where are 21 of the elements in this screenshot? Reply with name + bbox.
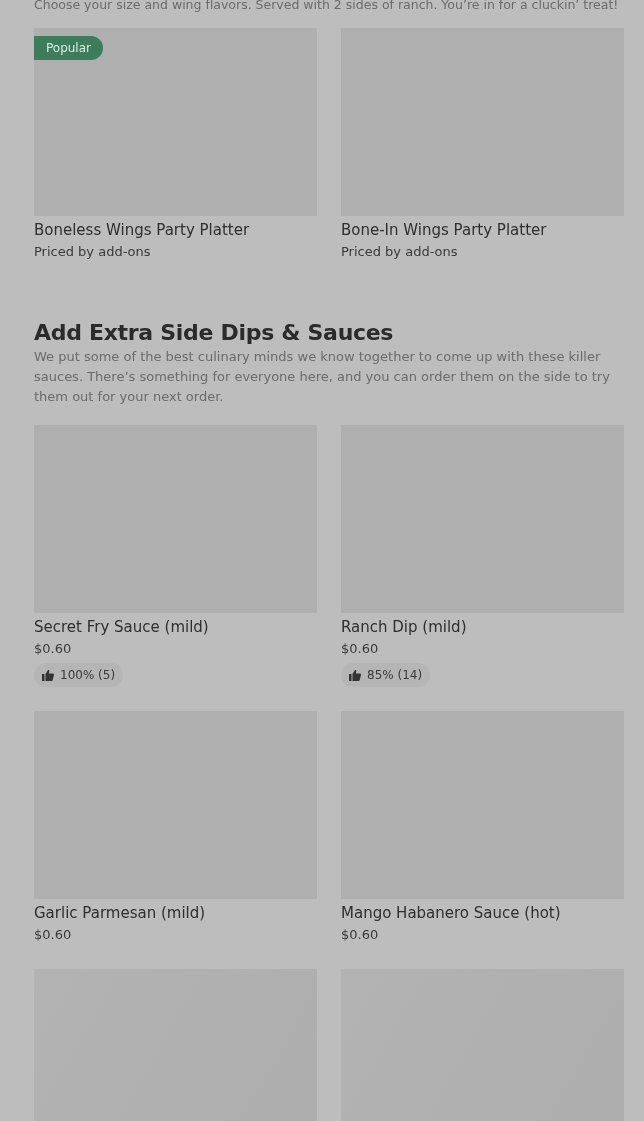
rating-pill: 85% (14): [341, 663, 431, 687]
item-name[interactable]: Secret Fry Sauce (mild): [34, 615, 209, 639]
rating-pill: 100% (5): [34, 663, 124, 687]
item-price: $0.60: [341, 640, 379, 658]
item-name[interactable]: Ranch Dip (mild): [341, 615, 467, 639]
item-name[interactable]: Garlic Parmesan (mild): [34, 901, 206, 925]
section-description: We put some of the best culinary minds we know together to come up with these killer sauces. There’s something for everyone here, and you can order them on the side to try them out for your next order.: [34, 348, 611, 406]
thumbs-up-icon: [42, 669, 54, 681]
item-price: $0.60: [34, 926, 72, 944]
popular-badge: Popular: [34, 36, 103, 60]
item-price: $0.60: [341, 926, 379, 944]
item-price: $0.60: [34, 640, 72, 658]
image-placeholder[interactable]: Popular: [34, 28, 317, 216]
item-price: Priced by add-ons: [34, 243, 151, 261]
section-title: Add Extra Side Dips & Sauces: [34, 320, 395, 345]
item-price: Priced by add-ons: [341, 243, 458, 261]
section-description: Choose your size and wing flavors. Served with 2 sides of ranch. You’re in for a cluckin’ treat!: [34, 0, 620, 12]
item-name[interactable]: Bone-In Wings Party Platter: [341, 218, 547, 242]
item-name[interactable]: Boneless Wings Party Platter: [34, 218, 250, 242]
item-name[interactable]: Mango Habanero Sauce (hot): [341, 901, 561, 925]
thumbs-up-icon: [349, 669, 361, 681]
